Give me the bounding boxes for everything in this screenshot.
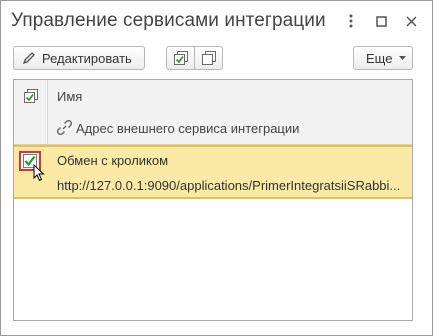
check-all-button[interactable] — [166, 46, 195, 70]
table-row[interactable]: Обмен с кроликом http://127.0.0.1:9090/a… — [14, 145, 412, 199]
dialog-window: Управление сервисами интеграции Редактир… — [0, 0, 433, 336]
column-separator — [47, 80, 48, 144]
edit-button-label: Редактировать — [42, 50, 132, 66]
close-icon[interactable] — [401, 11, 421, 31]
more-button-label: Еще — [366, 50, 393, 66]
maximize-icon[interactable] — [371, 11, 391, 31]
mouse-cursor-icon — [33, 164, 45, 182]
header-check-icon[interactable] — [23, 88, 39, 104]
row-address: http://127.0.0.1:9090/applications/Prime… — [57, 178, 401, 193]
window-title: Управление сервисами интеграции — [11, 10, 326, 31]
uncheck-all-icon — [201, 50, 217, 66]
row-name: Обмен с кроликом — [57, 153, 169, 168]
more-button[interactable]: Еще — [353, 46, 413, 70]
pencil-icon — [22, 51, 36, 65]
check-all-icon — [173, 50, 189, 66]
link-icon — [57, 120, 72, 135]
column-header-name[interactable]: Имя — [57, 89, 82, 104]
dropdown-arrow-icon — [399, 56, 407, 60]
services-table[interactable]: Имя Адрес внешнего сервиса интеграции Об… — [13, 79, 413, 321]
more-actions-icon[interactable] — [341, 11, 361, 31]
uncheck-all-button[interactable] — [194, 46, 223, 70]
edit-button[interactable]: Редактировать — [13, 46, 145, 70]
column-header-address[interactable]: Адрес внешнего сервиса интеграции — [76, 121, 299, 136]
